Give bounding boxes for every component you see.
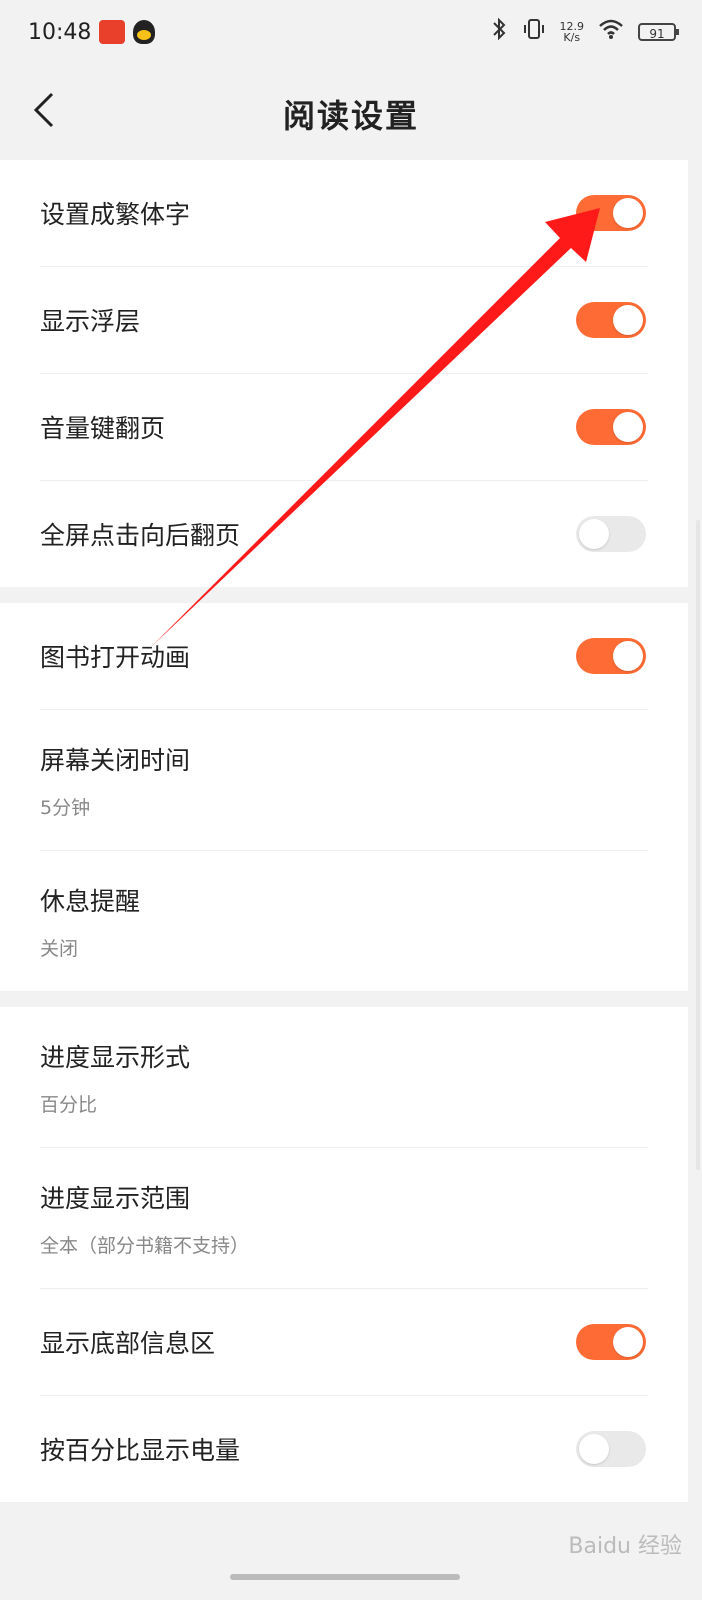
setting-progress-range[interactable]: 进度显示范围 全本（部分书籍不支持） [40, 1148, 648, 1289]
watermark: Baidu 经验 [568, 1534, 682, 1559]
app-notification-icon [99, 20, 126, 44]
setting-bottom-info-area[interactable]: 显示底部信息区 [40, 1289, 648, 1396]
group-divider [0, 587, 688, 603]
setting-progress-format[interactable]: 进度显示形式 百分比 [40, 1007, 648, 1148]
toggle-switch[interactable] [576, 409, 646, 445]
toggle-knob [613, 198, 643, 228]
setting-label: 图书打开动画 [40, 643, 191, 672]
battery-icon: 91 [638, 23, 679, 41]
home-indicator[interactable] [230, 1574, 460, 1580]
group-divider [0, 991, 688, 1007]
toggle-knob [613, 305, 643, 335]
toggle-knob [613, 641, 643, 671]
setting-label: 按百分比显示电量 [40, 1436, 241, 1465]
toggle-knob [579, 1434, 609, 1464]
setting-rest-reminder[interactable]: 休息提醒 关闭 [40, 851, 648, 991]
toggle-switch[interactable] [576, 195, 646, 231]
settings-group-1: 设置成繁体字 显示浮层 音量键翻页 全屏点击向后翻页 [0, 160, 688, 587]
setting-screen-off-time[interactable]: 屏幕关闭时间 5分钟 [40, 710, 648, 851]
toggle-switch[interactable] [576, 302, 646, 338]
clock: 10:48 [28, 19, 92, 45]
toggle-knob [613, 1327, 643, 1357]
status-bar: 10:48 12.9 K/s 91 [0, 0, 702, 64]
setting-value: 5分钟 [40, 796, 91, 819]
vibrate-icon [522, 17, 546, 47]
toggle-knob [613, 412, 643, 442]
toggle-knob [579, 519, 609, 549]
setting-traditional-chinese[interactable]: 设置成繁体字 [40, 160, 648, 267]
network-speed: 12.9 K/s [560, 21, 585, 43]
setting-fullscreen-tap-forward[interactable]: 全屏点击向后翻页 [40, 481, 648, 587]
setting-book-open-animation[interactable]: 图书打开动画 [40, 603, 648, 710]
network-speed-unit: K/s [563, 31, 581, 44]
qq-notification-icon [133, 20, 156, 44]
setting-label: 休息提醒 [40, 886, 141, 916]
toggle-switch[interactable] [576, 516, 646, 552]
toggle-switch[interactable] [576, 1324, 646, 1360]
setting-label: 音量键翻页 [40, 414, 166, 443]
setting-text: 休息提醒 关闭 [40, 882, 140, 961]
scrollbar[interactable] [696, 520, 700, 1170]
wifi-icon [598, 18, 624, 46]
setting-value: 全本（部分书籍不支持） [40, 1234, 250, 1257]
setting-volume-key-page-turn[interactable]: 音量键翻页 [40, 374, 648, 481]
status-right: 12.9 K/s 91 [490, 17, 679, 47]
setting-label: 进度显示形式 [40, 1042, 191, 1072]
setting-value: 百分比 [40, 1093, 98, 1116]
settings-group-3: 进度显示形式 百分比 进度显示范围 全本（部分书籍不支持） 显示底部信息区 按百… [0, 1007, 688, 1502]
page-header: 阅读设置 [0, 70, 702, 158]
setting-label: 屏幕关闭时间 [40, 745, 191, 775]
settings-card: 设置成繁体字 显示浮层 音量键翻页 全屏点击向后翻页 图书打开动画 屏幕关闭时间… [0, 160, 688, 1502]
setting-show-overlay[interactable]: 显示浮层 [40, 267, 648, 374]
chevron-left-icon [30, 90, 58, 134]
setting-label: 全屏点击向后翻页 [40, 521, 241, 550]
back-button[interactable] [22, 90, 66, 134]
setting-label: 显示浮层 [40, 307, 141, 336]
setting-text: 进度显示形式 百分比 [40, 1038, 190, 1117]
setting-text: 进度显示范围 全本（部分书籍不支持） [40, 1179, 249, 1258]
status-left: 10:48 [28, 19, 156, 45]
setting-label: 设置成繁体字 [40, 200, 191, 229]
setting-text: 屏幕关闭时间 5分钟 [40, 741, 190, 820]
setting-label: 进度显示范围 [40, 1183, 191, 1213]
setting-label: 显示底部信息区 [40, 1329, 216, 1358]
toggle-switch[interactable] [576, 638, 646, 674]
setting-value: 关闭 [40, 937, 79, 960]
toggle-switch[interactable] [576, 1431, 646, 1467]
setting-battery-percent[interactable]: 按百分比显示电量 [40, 1396, 648, 1502]
bluetooth-icon [490, 17, 508, 47]
settings-group-2: 图书打开动画 屏幕关闭时间 5分钟 休息提醒 关闭 [0, 603, 688, 991]
page-title: 阅读设置 [282, 97, 419, 135]
